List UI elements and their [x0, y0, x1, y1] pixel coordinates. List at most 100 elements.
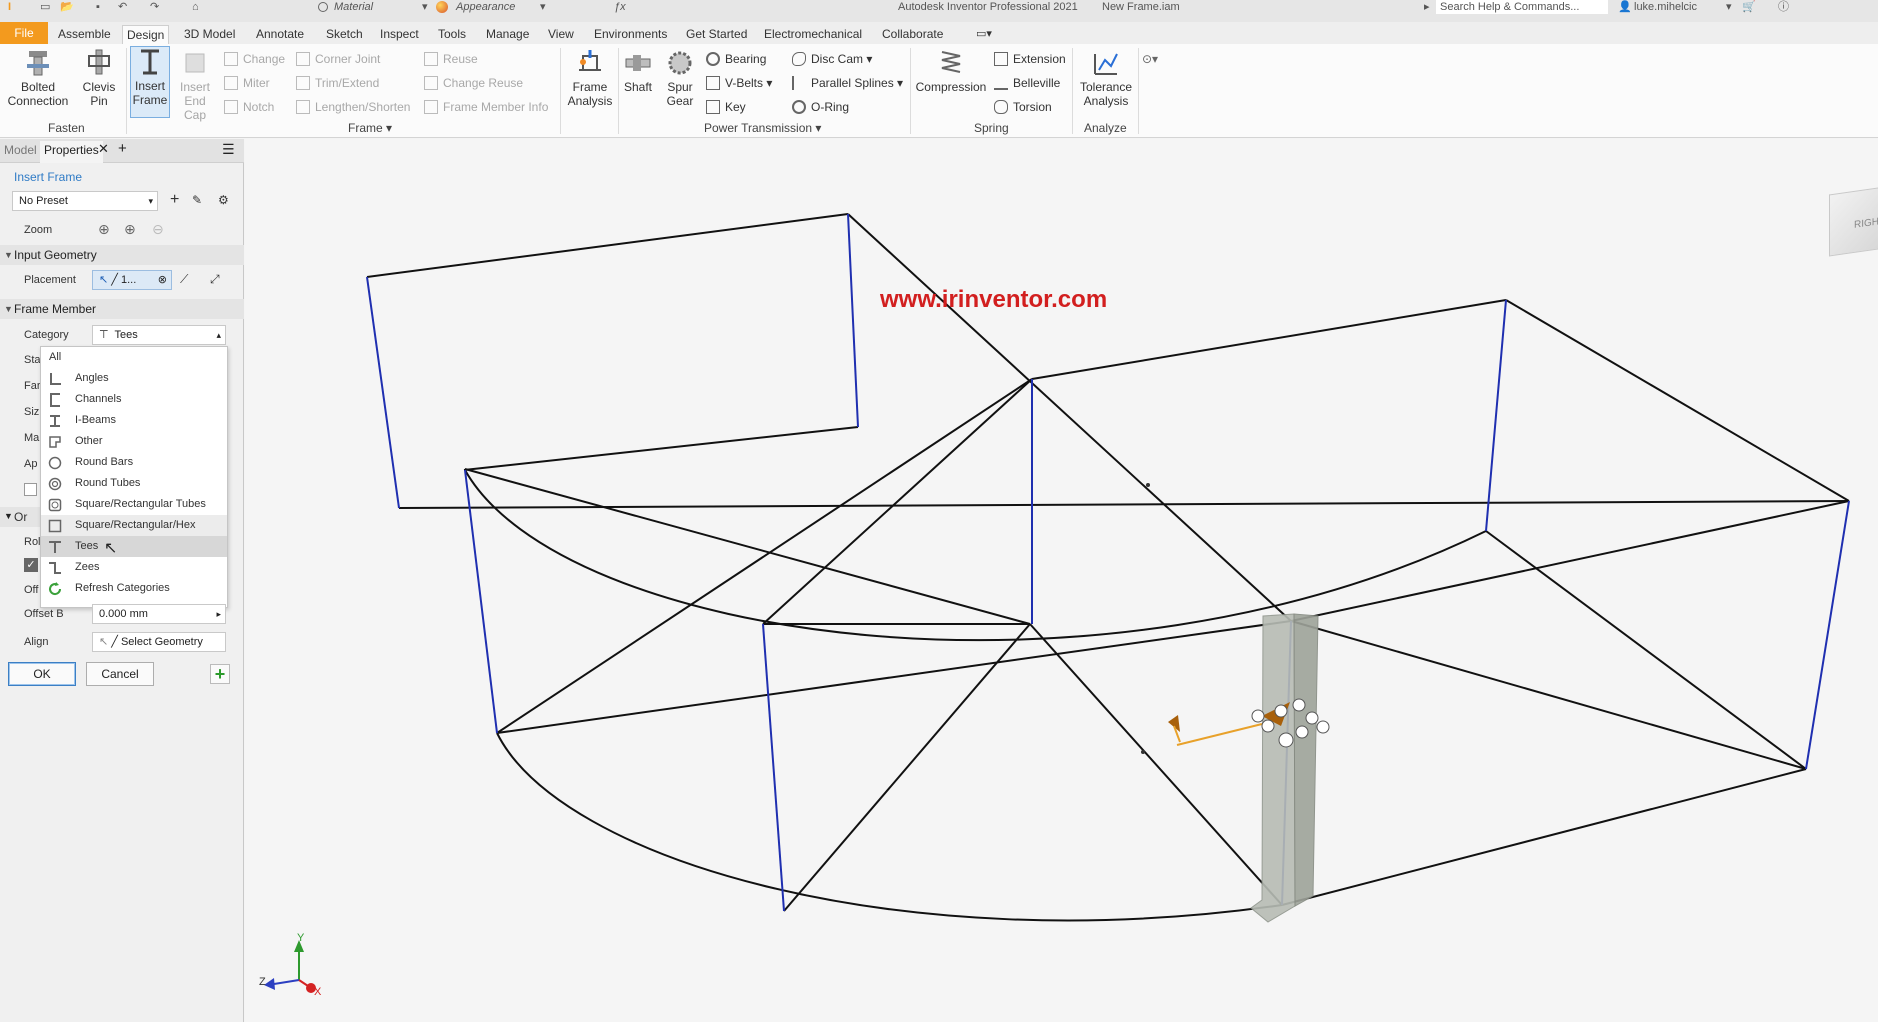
category-option-angles[interactable]: Angles: [41, 368, 227, 389]
tab-sketch[interactable]: Sketch: [322, 25, 367, 44]
tab-annotate[interactable]: Annotate: [252, 25, 308, 44]
frame-member-section[interactable]: ▼ Frame Member: [0, 299, 244, 319]
tab-inspect[interactable]: Inspect: [376, 25, 423, 44]
spur-gear-button[interactable]: Spur Gear: [660, 48, 700, 108]
refresh-categories-option[interactable]: Refresh Categories: [41, 578, 227, 599]
selected-line[interactable]: [464, 469, 498, 734]
menu-icon[interactable]: ☰: [222, 141, 235, 158]
sketch-arc[interactable]: [464, 469, 1487, 642]
selected-line[interactable]: [847, 213, 859, 428]
sketch-line[interactable]: [1290, 500, 1850, 622]
user-icon[interactable]: 👤: [1618, 0, 1632, 14]
ribbon-more-icon[interactable]: ⊙▾: [1142, 50, 1158, 68]
open-file-icon[interactable]: 📂: [60, 0, 74, 14]
category-option-other[interactable]: Other: [41, 431, 227, 452]
compression-button[interactable]: Compression: [914, 48, 988, 94]
clear-icon[interactable]: ⊗: [158, 271, 167, 289]
tolerance-analysis-button[interactable]: Tolerance Analysis: [1076, 48, 1136, 108]
category-select[interactable]: ⊤ Tees ▴: [92, 325, 226, 345]
pin-icon[interactable]: ✎: [192, 193, 202, 207]
power-transmission-group-label[interactable]: Power Transmission ▾: [704, 121, 821, 135]
tab-file[interactable]: File: [0, 22, 48, 44]
align-selector[interactable]: ↖ ╱ Select Geometry: [92, 632, 226, 652]
save-icon[interactable]: ▪: [96, 0, 100, 14]
input-geometry-section[interactable]: ▼ Input Geometry: [0, 245, 244, 265]
graphics-viewport[interactable]: Y Z X RIGH www.irinventor.com: [245, 139, 1878, 1022]
category-option-round-bars[interactable]: Round Bars: [41, 452, 227, 473]
add-preset-icon[interactable]: +: [170, 191, 179, 209]
corner-joint-button[interactable]: Corner Joint: [296, 50, 380, 68]
insert-frame-button[interactable]: Insert Frame: [130, 46, 170, 118]
sketch-line[interactable]: [1281, 768, 1807, 906]
tab-tools[interactable]: Tools: [434, 25, 470, 44]
o-ring-button[interactable]: O-Ring: [792, 98, 849, 116]
apply-plus-button[interactable]: +: [210, 664, 230, 684]
selected-line[interactable]: [1485, 299, 1507, 532]
tab-model[interactable]: Model: [4, 143, 37, 157]
disc-cam-button[interactable]: Disc Cam ▾: [792, 50, 872, 68]
search-help-input[interactable]: Search Help & Commands...: [1436, 0, 1608, 14]
notch-button[interactable]: Notch: [224, 98, 274, 116]
appearance-dropdown[interactable]: Appearance: [456, 0, 515, 14]
chevron-down-icon[interactable]: ▾: [422, 0, 428, 14]
offset-b-input[interactable]: 0.000 mm ▸: [92, 604, 226, 624]
tab-view[interactable]: View: [544, 25, 578, 44]
redo-icon[interactable]: ↷: [150, 0, 159, 14]
sketch-line[interactable]: [783, 623, 1031, 912]
ribbon-options-icon[interactable]: ▭▾: [972, 25, 996, 44]
sketch-line[interactable]: [464, 468, 1031, 625]
torsion-button[interactable]: Torsion: [994, 98, 1052, 116]
orientation-section[interactable]: ▼ Or: [0, 507, 40, 527]
v-belts-button[interactable]: V-Belts ▾: [706, 74, 772, 92]
sketch-line[interactable]: [1290, 620, 1807, 770]
tab-get-started[interactable]: Get Started: [682, 25, 751, 44]
placement-selector[interactable]: ↖ ╱ 1... ⊗: [92, 270, 172, 290]
fx-icon[interactable]: ƒx: [614, 0, 626, 14]
category-option-channels[interactable]: Channels: [41, 389, 227, 410]
edge-select-icon[interactable]: ⟋: [180, 272, 188, 287]
add-tab-icon[interactable]: +: [118, 140, 127, 157]
sketch-line[interactable]: [366, 213, 849, 278]
sketch-point[interactable]: [1141, 750, 1145, 754]
key-button[interactable]: Key: [706, 98, 746, 116]
tab-design[interactable]: Design: [122, 25, 170, 44]
chevron-down-icon[interactable]: ▾: [1726, 0, 1732, 14]
tab-manage[interactable]: Manage: [482, 25, 533, 44]
shaft-button[interactable]: Shaft: [620, 48, 656, 94]
change-button[interactable]: Change: [224, 50, 285, 68]
home-icon[interactable]: ⌂: [192, 0, 199, 14]
change-reuse-button[interactable]: Change Reuse: [424, 74, 523, 92]
inventor-logo-icon[interactable]: I: [8, 0, 11, 14]
sketch-line[interactable]: [496, 378, 1033, 734]
lengthen-shorten-button[interactable]: Lengthen/Shorten: [296, 98, 410, 116]
tab-assemble[interactable]: Assemble: [54, 25, 115, 44]
parallel-splines-button[interactable]: Parallel Splines ▾: [792, 74, 903, 92]
reuse-button[interactable]: Reuse: [424, 50, 478, 68]
sketch-line[interactable]: [1485, 530, 1807, 770]
new-file-icon[interactable]: ▭: [40, 0, 50, 14]
tab-properties[interactable]: Properties: [40, 141, 103, 163]
sketch-arc[interactable]: [496, 732, 1283, 922]
category-option-round-tubes[interactable]: Round Tubes: [41, 473, 227, 494]
checkbox-checked[interactable]: ✓: [24, 558, 38, 572]
frame-analysis-button[interactable]: Frame Analysis: [564, 48, 616, 108]
bolted-connection-button[interactable]: Bolted Connection: [4, 48, 72, 108]
chevron-down-icon[interactable]: ▾: [540, 0, 546, 14]
zoom-in-icon[interactable]: ⊕: [124, 221, 136, 238]
selected-line[interactable]: [1805, 500, 1850, 770]
frame-member-info-button[interactable]: Frame Member Info: [424, 98, 548, 116]
sketch-line[interactable]: [847, 213, 1292, 622]
category-option-zees[interactable]: Zees: [41, 557, 227, 578]
tab-collaborate[interactable]: Collaborate: [878, 25, 947, 44]
undo-icon[interactable]: ↶: [118, 0, 127, 14]
tab-electromechanical[interactable]: Electromechanical: [760, 25, 866, 44]
sketch-line[interactable]: [463, 426, 859, 471]
checkbox[interactable]: [24, 483, 37, 496]
tab-3d-model[interactable]: 3D Model: [180, 25, 239, 44]
trim-extend-button[interactable]: Trim/Extend: [296, 74, 379, 92]
clevis-pin-button[interactable]: Clevis Pin: [76, 48, 122, 108]
tab-environments[interactable]: Environments: [590, 25, 671, 44]
belleville-button[interactable]: Belleville: [994, 74, 1060, 92]
sketch-line[interactable]: [1505, 299, 1850, 502]
view-cube[interactable]: RIGH: [1829, 187, 1878, 257]
